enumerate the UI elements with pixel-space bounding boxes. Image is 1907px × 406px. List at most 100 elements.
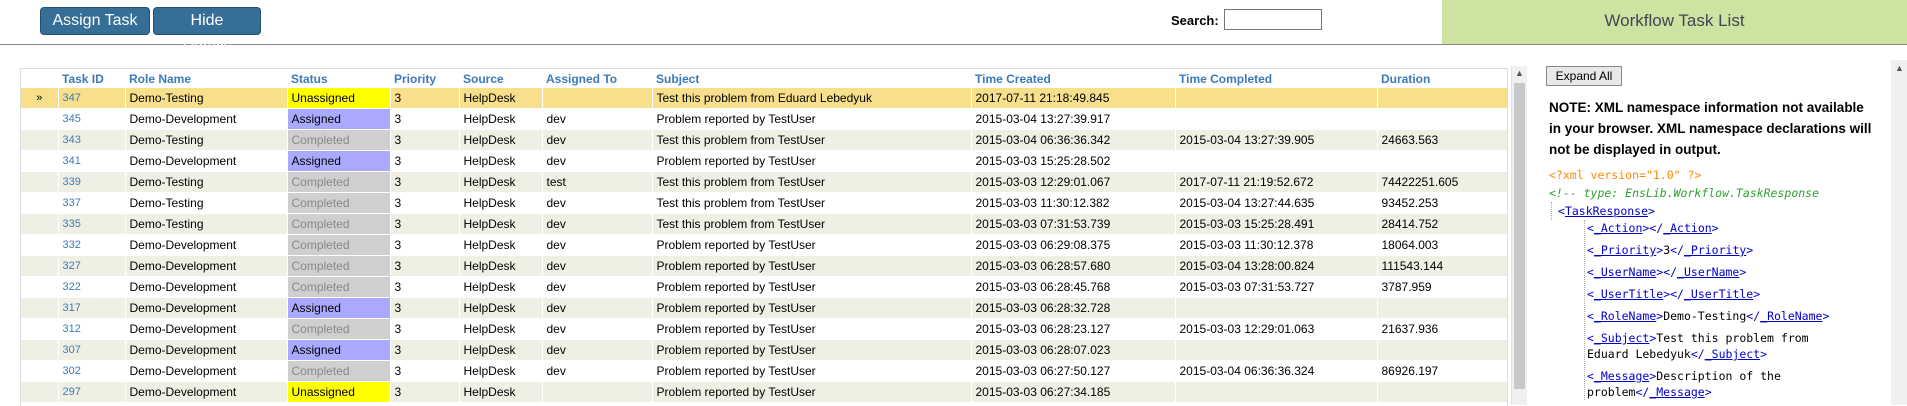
row-selector[interactable] <box>21 234 59 256</box>
row-selector[interactable] <box>21 360 59 382</box>
column-header[interactable]: Time Created <box>971 69 1175 88</box>
task-id-cell[interactable]: 343 <box>58 129 126 151</box>
xml-element: <_UserName></_UserName> <box>1587 265 1747 279</box>
toolbar: Assign Task Hide Details Search: Workflo… <box>0 0 1907 55</box>
grid-scrollbar[interactable]: ▲ <box>1511 66 1527 405</box>
status-badge: Unassigned <box>287 381 391 403</box>
row-selector[interactable] <box>21 129 59 151</box>
completed-cell: 2015-03-04 13:27:44.635 <box>1175 192 1378 214</box>
task-id-cell[interactable]: 332 <box>58 234 126 256</box>
assigned-cell: dev <box>542 318 653 340</box>
created-cell: 2015-03-03 06:29:08.375 <box>971 234 1176 256</box>
task-id-cell[interactable]: 335 <box>58 213 126 235</box>
table-row[interactable]: 335 Demo-Testing Completed 3 HelpDesk dev Test… <box>21 213 1507 235</box>
row-selector[interactable]: » <box>21 88 59 109</box>
created-cell: 2015-03-03 06:28:07.023 <box>971 339 1176 361</box>
subject-cell: Test this problem from TestUser <box>652 192 972 214</box>
assigned-cell: dev <box>542 213 653 235</box>
task-id-cell[interactable]: 317 <box>58 297 126 319</box>
assign-task-button[interactable]: Assign Task <box>40 7 150 35</box>
xml-root-tag[interactable]: <TaskResponse> <box>1551 202 1857 220</box>
scrollbar-thumb[interactable] <box>1514 83 1525 389</box>
status-badge: Completed <box>287 234 391 256</box>
row-selector[interactable] <box>21 192 59 214</box>
task-id-cell[interactable]: 307 <box>58 339 126 361</box>
table-row[interactable]: 343 Demo-Testing Completed 3 HelpDesk dev Test… <box>21 129 1507 151</box>
table-row[interactable]: » 347 Demo-Testing Unassigned 3 HelpDesk Test … <box>21 88 1507 109</box>
table-row[interactable]: 302 Demo-Development Completed 3 HelpDesk dev… <box>21 360 1507 382</box>
table-row[interactable]: 312 Demo-Development Completed 3 HelpDesk dev… <box>21 318 1507 340</box>
table-row[interactable]: 337 Demo-Testing Completed 3 HelpDesk dev Test… <box>21 192 1507 214</box>
source-cell: HelpDesk <box>459 255 543 277</box>
task-id-cell[interactable]: 302 <box>58 360 126 382</box>
subject-cell: Problem reported by TestUser <box>652 150 972 172</box>
task-id-cell[interactable]: 341 <box>58 150 126 172</box>
source-cell: HelpDesk <box>459 213 543 235</box>
column-header[interactable]: Task ID <box>58 69 125 88</box>
xml-declaration: <?xml version="1.0" ?> <box>1549 168 1702 182</box>
table-row[interactable]: 339 Demo-Testing Completed 3 HelpDesk test Tes… <box>21 171 1507 193</box>
column-header[interactable]: Time Completed <box>1175 69 1377 88</box>
search-input[interactable] <box>1224 9 1322 30</box>
table-row[interactable]: 345 Demo-Development Assigned 3 HelpDesk dev P… <box>21 108 1507 130</box>
row-selector[interactable] <box>21 213 59 235</box>
source-cell: HelpDesk <box>459 192 543 214</box>
role-cell: Demo-Development <box>125 381 288 403</box>
table-row[interactable]: 297 Demo-Development Unassigned 3 HelpDesk Pr… <box>21 381 1507 403</box>
column-header[interactable]: Priority <box>390 69 459 88</box>
row-selector[interactable] <box>21 150 59 172</box>
xml-comment: <!-- type: EnsLib.Workflow.TaskResponse <box>1549 186 1820 200</box>
duration-cell <box>1377 339 1507 361</box>
table-row[interactable]: 307 Demo-Development Assigned 3 HelpDesk dev P… <box>21 339 1507 361</box>
task-id-cell[interactable]: 312 <box>58 318 126 340</box>
expand-all-button[interactable]: Expand All <box>1546 66 1622 86</box>
row-selector[interactable] <box>21 276 59 298</box>
row-selector[interactable] <box>21 171 59 193</box>
scroll-up-icon[interactable]: ▲ <box>1895 63 1904 73</box>
hide-details-button[interactable]: Hide Details <box>153 7 261 55</box>
table-row[interactable]: 332 Demo-Development Completed 3 HelpDesk dev… <box>21 234 1507 256</box>
table-row[interactable]: 327 Demo-Development Completed 3 HelpDesk dev… <box>21 255 1507 277</box>
row-selector[interactable] <box>21 108 59 130</box>
source-cell: HelpDesk <box>459 276 543 298</box>
status-badge: Completed <box>287 171 391 193</box>
scroll-up-icon[interactable]: ▲ <box>1515 68 1524 78</box>
row-selector[interactable] <box>21 318 59 340</box>
created-cell: 2015-03-03 06:28:57.680 <box>971 255 1176 277</box>
subject-cell: Test this problem from Eduard Lebedyuk <box>652 88 972 109</box>
role-cell: Demo-Development <box>125 150 288 172</box>
column-header[interactable]: Status <box>287 69 390 88</box>
table-row[interactable]: 341 Demo-Development Assigned 3 HelpDesk dev P… <box>21 150 1507 172</box>
assigned-cell: dev <box>542 192 653 214</box>
table-row[interactable]: 322 Demo-Development Completed 3 HelpDesk dev… <box>21 276 1507 298</box>
page-scrollbar[interactable]: ▲ <box>1891 60 1907 405</box>
column-header-selector <box>21 69 58 88</box>
task-id-cell[interactable]: 345 <box>58 108 126 130</box>
completed-cell <box>1175 88 1378 109</box>
column-header[interactable]: Role Name <box>125 69 287 88</box>
task-id-cell[interactable]: 327 <box>58 255 126 277</box>
duration-cell: 21637.936 <box>1377 318 1507 340</box>
task-id-cell[interactable]: 297 <box>58 381 126 403</box>
task-id-cell[interactable]: 347 <box>58 88 126 109</box>
source-cell: HelpDesk <box>459 171 543 193</box>
row-selector[interactable] <box>21 339 59 361</box>
column-header[interactable]: Assigned To <box>542 69 652 88</box>
task-id-cell[interactable]: 337 <box>58 192 126 214</box>
task-id-cell[interactable]: 339 <box>58 171 126 193</box>
task-id-cell[interactable]: 322 <box>58 276 126 298</box>
row-selector[interactable] <box>21 297 59 319</box>
column-header[interactable]: Subject <box>652 69 971 88</box>
created-cell: 2015-03-04 13:27:39.917 <box>971 108 1176 130</box>
created-cell: 2015-03-03 11:30:12.382 <box>971 192 1176 214</box>
role-cell: Demo-Testing <box>125 213 288 235</box>
table-row[interactable]: 317 Demo-Development Assigned 3 HelpDesk dev P… <box>21 297 1507 319</box>
xml-tag-open: _RoleName <box>1593 309 1657 323</box>
column-header[interactable]: Source <box>459 69 542 88</box>
column-header[interactable]: Duration <box>1377 69 1507 88</box>
table-header-row: Task ID Role Name Status Priority Source… <box>21 69 1507 88</box>
row-selector[interactable] <box>21 255 59 277</box>
xml-element: <_Message>Description of the problem</_M… <box>1587 369 1781 399</box>
created-cell: 2015-03-03 06:28:23.127 <box>971 318 1176 340</box>
row-selector[interactable] <box>21 381 59 403</box>
